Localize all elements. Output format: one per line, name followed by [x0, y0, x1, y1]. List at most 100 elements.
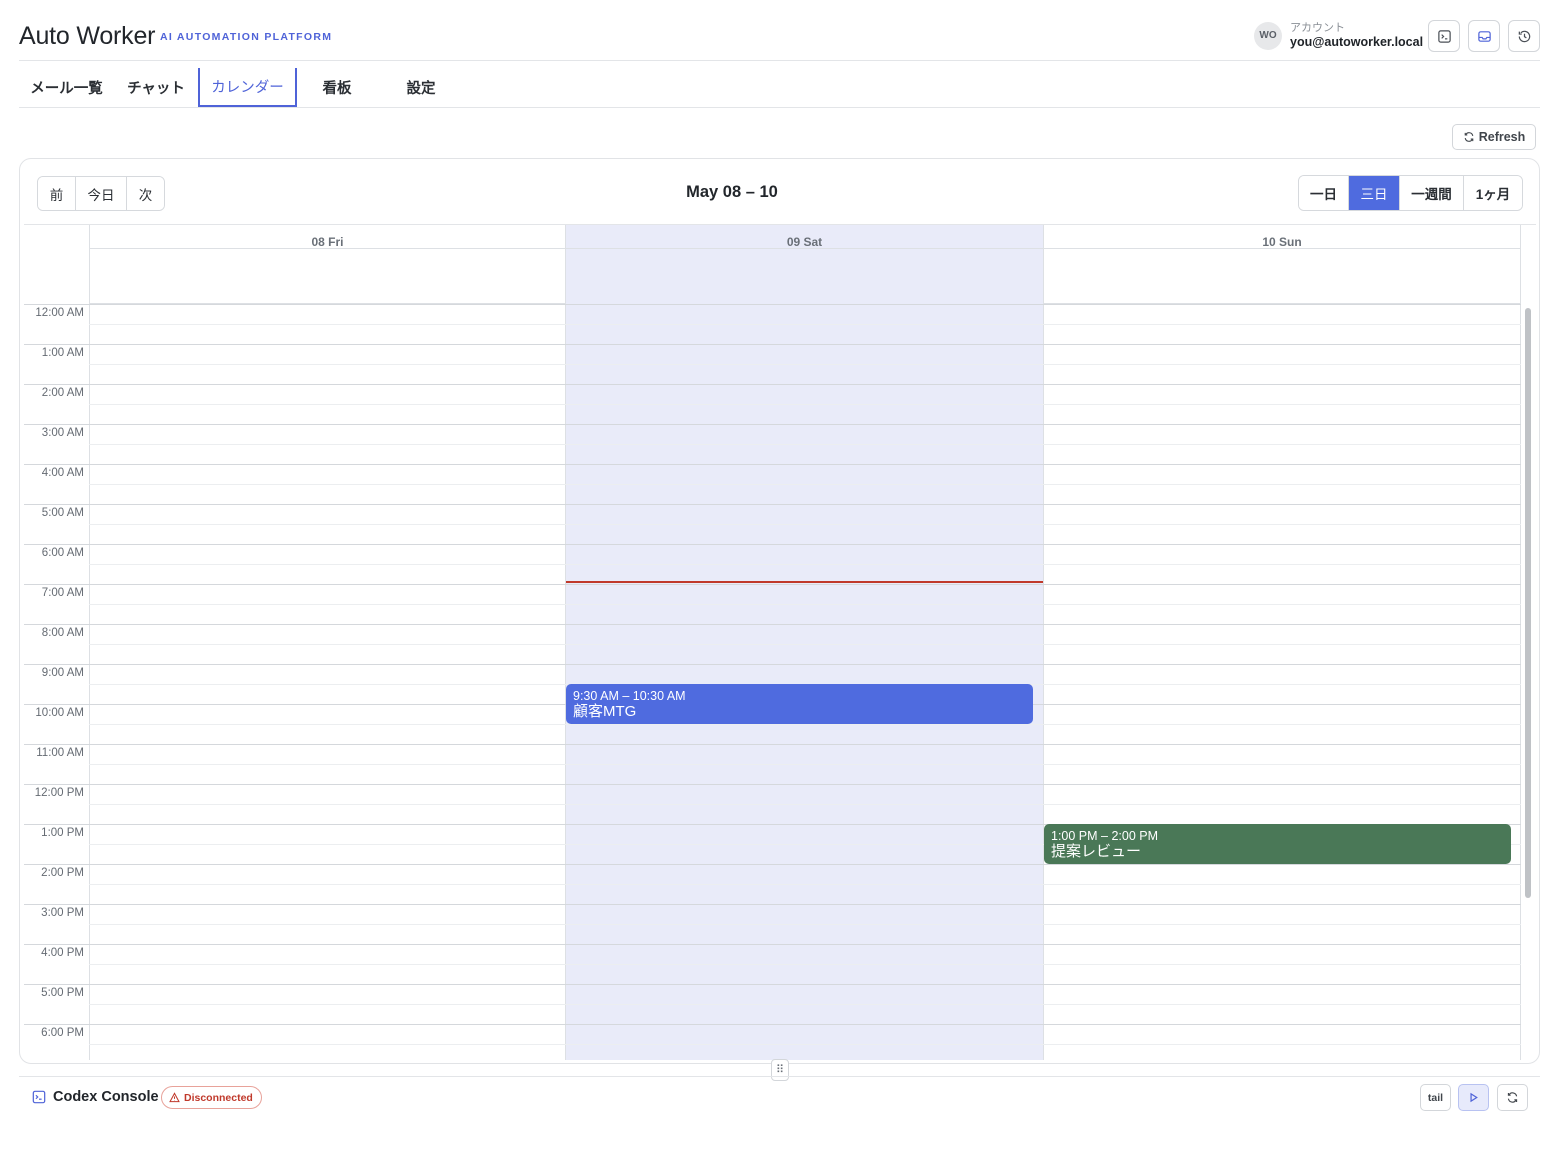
tab-settings[interactable]: 設定 — [377, 68, 465, 107]
time-label: 6:00 PM — [41, 1027, 84, 1039]
history-icon — [1518, 30, 1530, 42]
hour-line — [24, 944, 1521, 945]
hour-line — [24, 624, 1521, 625]
app-title: Auto Worker — [19, 22, 156, 50]
time-label: 1:00 AM — [41, 347, 84, 359]
half-hour-line — [89, 444, 1521, 445]
view-switcher: 一日 三日 一週間 1ヶ月 — [1298, 175, 1523, 211]
reconnect-button[interactable] — [1497, 1084, 1528, 1111]
tab-kanban[interactable]: 看板 — [297, 68, 377, 107]
calendar-event[interactable]: 9:30 AM – 10:30 AM 顧客MTG — [566, 684, 1033, 724]
hour-line — [24, 784, 1521, 785]
half-hour-line — [89, 324, 1521, 325]
time-label: 2:00 PM — [41, 867, 84, 879]
time-label: 10:00 AM — [35, 707, 84, 719]
account-label: アカウント — [1290, 22, 1345, 34]
view-week[interactable]: 一週間 — [1400, 176, 1464, 210]
event-title: 提案レビュー — [1051, 843, 1142, 860]
time-label: 3:00 AM — [41, 427, 84, 439]
tab-calendar[interactable]: カレンダー — [198, 68, 297, 107]
time-label: 3:00 PM — [41, 907, 84, 919]
day-header-fri: 08 Fri — [89, 225, 565, 249]
half-hour-line — [89, 364, 1521, 365]
hour-line — [24, 744, 1521, 745]
inbox-button[interactable] — [1468, 20, 1500, 52]
calendar-event[interactable]: 1:00 PM – 2:00 PM 提案レビュー — [1044, 824, 1511, 864]
day-header-sat: 09 Sat — [565, 225, 1043, 249]
half-hour-line — [89, 804, 1521, 805]
today-button[interactable]: 今日 — [76, 177, 127, 210]
time-label: 1:00 PM — [41, 827, 84, 839]
scrollbar-thumb[interactable] — [1525, 308, 1531, 898]
time-label: 5:00 AM — [41, 507, 84, 519]
refresh-button[interactable]: Refresh — [1452, 124, 1536, 150]
half-hour-line — [89, 604, 1521, 605]
time-label: 8:00 AM — [41, 627, 84, 639]
calendar-nav: 前 今日 次 — [37, 176, 165, 211]
terminal-icon — [32, 1090, 46, 1104]
hour-line — [24, 864, 1521, 865]
time-label: 6:00 AM — [41, 547, 84, 559]
calendar-range-title: May 08 – 10 — [686, 183, 778, 201]
half-hour-line — [89, 924, 1521, 925]
time-label: 4:00 PM — [41, 947, 84, 959]
calendar-panel: 前 今日 次 May 08 – 10 一日 三日 一週間 1ヶ月 08 Fri … — [19, 158, 1540, 1064]
hour-line — [24, 584, 1521, 585]
day-header-sun: 10 Sun — [1043, 225, 1521, 249]
half-hour-line — [89, 524, 1521, 525]
hour-line — [24, 984, 1521, 985]
hour-line — [24, 304, 1521, 305]
tail-button[interactable]: tail — [1420, 1084, 1451, 1111]
hour-line — [24, 464, 1521, 465]
time-label: 9:00 AM — [41, 667, 84, 679]
inbox-icon — [1477, 30, 1491, 42]
day-column-sun[interactable] — [1043, 249, 1521, 1060]
app-subtitle: AI AUTOMATION PLATFORM — [160, 31, 333, 43]
tab-chat[interactable]: チャット — [114, 68, 198, 107]
time-label: 7:00 AM — [41, 587, 84, 599]
hour-line — [24, 424, 1521, 425]
tab-mail-list[interactable]: メール一覧 — [19, 68, 114, 107]
hour-line — [24, 904, 1521, 905]
view-3day[interactable]: 三日 — [1349, 176, 1400, 210]
account-menu[interactable]: WO アカウント you@autoworker.local — [1254, 20, 1434, 52]
app-header: Auto Worker AI AUTOMATION PLATFORM WO アカ… — [19, 14, 1540, 61]
time-label: 12:00 PM — [34, 787, 84, 799]
time-label: 5:00 PM — [41, 987, 84, 999]
view-day[interactable]: 一日 — [1299, 176, 1349, 210]
half-hour-line — [89, 1004, 1521, 1005]
time-label: 4:00 AM — [41, 467, 84, 479]
day-column-fri[interactable] — [89, 249, 565, 1060]
event-time: 9:30 AM – 10:30 AM — [573, 689, 686, 703]
time-label: 12:00 AM — [35, 307, 84, 319]
half-hour-line — [89, 644, 1521, 645]
play-icon — [1470, 1092, 1478, 1103]
half-hour-line — [89, 1044, 1521, 1045]
half-hour-line — [89, 764, 1521, 765]
event-title: 顧客MTG — [573, 703, 637, 720]
hour-line — [24, 504, 1521, 505]
next-button[interactable]: 次 — [127, 177, 164, 210]
calendar-scrollbar[interactable] — [1524, 306, 1532, 1060]
refresh-icon — [1507, 1092, 1518, 1103]
day-column-sat[interactable] — [565, 249, 1043, 1060]
view-month[interactable]: 1ヶ月 — [1464, 176, 1522, 210]
terminal-icon — [1437, 29, 1451, 43]
hour-line — [24, 344, 1521, 345]
event-time: 1:00 PM – 2:00 PM — [1051, 829, 1159, 843]
refresh-label: Refresh — [1478, 130, 1526, 144]
history-button[interactable] — [1508, 20, 1540, 52]
hour-line — [24, 544, 1521, 545]
time-label: 11:00 AM — [36, 747, 84, 759]
time-grid: 08 Fri 09 Sat 10 Sun 12:00 AM 1:00 AM 2:00… — [24, 224, 1536, 1060]
avatar[interactable]: WO — [1254, 22, 1282, 50]
main-tabs: メール一覧 チャット カレンダー 看板 設定 — [19, 68, 1540, 108]
console-bar: Codex Console Disconnected tail — [19, 1076, 1540, 1121]
terminal-button[interactable] — [1428, 20, 1460, 52]
hour-line — [24, 664, 1521, 665]
prev-button[interactable]: 前 — [38, 177, 76, 210]
run-button[interactable] — [1458, 1084, 1489, 1111]
current-time-indicator — [566, 581, 1043, 584]
console-title: Codex Console — [53, 1089, 159, 1105]
half-hour-line — [89, 884, 1521, 885]
